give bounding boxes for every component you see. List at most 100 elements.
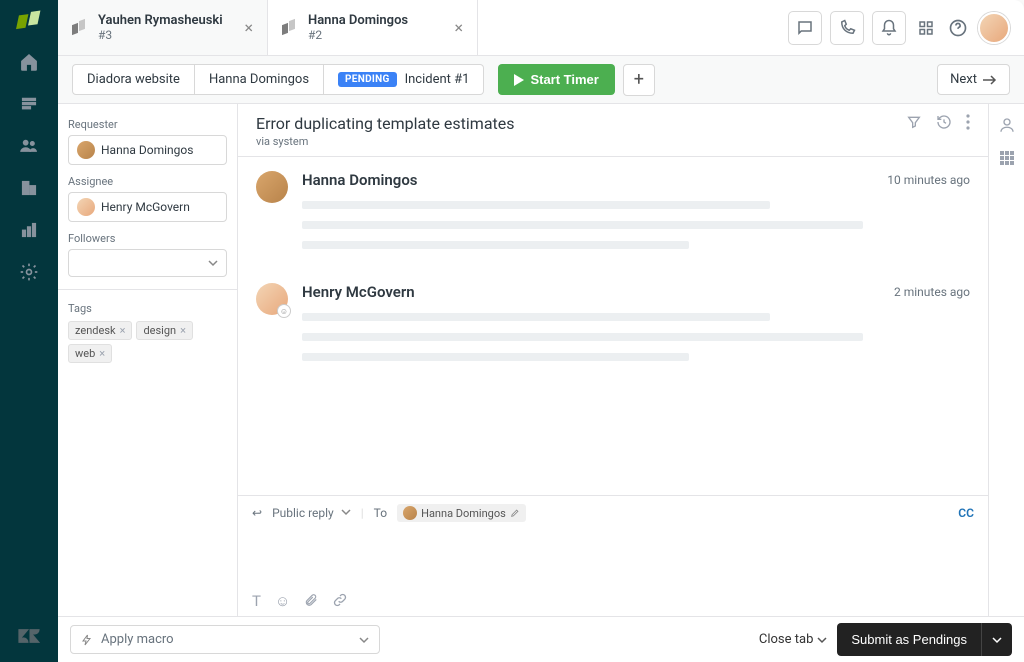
ticket-title: Error duplicating template estimates: [256, 114, 515, 133]
ticket-header: Error duplicating template estimates via…: [238, 104, 988, 157]
org-icon[interactable]: [17, 176, 41, 200]
profile-avatar[interactable]: [978, 12, 1010, 44]
apps-icon[interactable]: [914, 16, 938, 40]
submit-button-group: Submit as Pendings: [837, 623, 1012, 656]
home-icon[interactable]: [17, 50, 41, 74]
phone-icon[interactable]: [830, 11, 864, 45]
text-placeholder: [302, 201, 770, 209]
next-button[interactable]: Next: [937, 64, 1010, 95]
agent-badge-icon: ☺: [277, 304, 291, 318]
tag[interactable]: design×: [136, 321, 193, 340]
link-icon[interactable]: [332, 592, 348, 610]
add-button[interactable]: +: [623, 64, 655, 96]
divider: [58, 289, 237, 290]
breadcrumb-org[interactable]: Diadora website: [72, 64, 195, 95]
submit-dropdown-button[interactable]: [981, 623, 1012, 656]
tags-container: zendesk× design× web×: [68, 321, 227, 363]
reply-textarea[interactable]: [252, 522, 974, 592]
close-tab-button[interactable]: Close tab: [759, 632, 828, 647]
assignee-value: Henry McGovern: [101, 200, 190, 214]
arrow-right-icon: [983, 75, 997, 85]
close-icon[interactable]: ×: [454, 20, 463, 36]
chat-icon[interactable]: [788, 11, 822, 45]
ticket-via: via system: [256, 135, 515, 148]
tag-remove-icon[interactable]: ×: [99, 347, 105, 360]
emoji-icon[interactable]: ☺: [275, 592, 290, 610]
tab-title: Hanna Domingos: [308, 13, 408, 29]
tag-remove-icon[interactable]: ×: [180, 324, 186, 337]
avatar: [403, 506, 417, 520]
text-placeholder: [302, 333, 863, 341]
zendesk-z-icon[interactable]: [17, 624, 41, 648]
message: Hanna Domingos 10 minutes ago: [256, 171, 970, 249]
filter-icon[interactable]: [906, 114, 922, 130]
recipient-chip[interactable]: Hanna Domingos: [397, 504, 526, 522]
attach-icon[interactable]: [304, 592, 318, 610]
text-placeholder: [302, 313, 770, 321]
chevron-down-icon: [341, 507, 351, 517]
tag[interactable]: zendesk×: [68, 321, 132, 340]
chevron-down-icon: [992, 635, 1002, 645]
avatar: [77, 198, 95, 216]
reply-box: ↩ Public reply | To Hanna Domingos CC T …: [238, 495, 988, 616]
edit-icon: [510, 508, 520, 518]
lightning-icon: [81, 633, 93, 647]
followers-label: Followers: [68, 232, 227, 245]
tags-label: Tags: [68, 302, 227, 315]
chevron-down-icon: [817, 635, 827, 645]
ticket-icon: [282, 20, 298, 36]
avatar: [77, 141, 95, 159]
message-author: Henry McGovern: [302, 283, 415, 301]
start-timer-button[interactable]: Start Timer: [498, 64, 614, 95]
tag[interactable]: web×: [68, 344, 112, 363]
breadcrumb-person[interactable]: Hanna Domingos: [195, 64, 324, 95]
tag-remove-icon[interactable]: ×: [120, 324, 126, 337]
brand-logo: [16, 8, 42, 34]
tab-ticket-3[interactable]: Yauhen Rymasheuski #3 ×: [58, 0, 268, 55]
more-icon[interactable]: [966, 114, 970, 130]
incident-label: Incident #1: [405, 72, 470, 87]
ticket-toolbar: Diadora website Hanna Domingos PENDING I…: [58, 56, 1024, 104]
start-timer-label: Start Timer: [530, 72, 598, 87]
chevron-down-icon: [359, 635, 369, 645]
reply-mode-select[interactable]: Public reply: [272, 506, 351, 520]
user-icon[interactable]: [998, 116, 1016, 134]
followers-field[interactable]: [68, 249, 227, 277]
settings-icon[interactable]: [17, 260, 41, 284]
conversation-panel: Error duplicating template estimates via…: [238, 104, 988, 616]
cc-button[interactable]: CC: [958, 506, 974, 520]
reply-to-label: To: [374, 506, 387, 520]
submit-button[interactable]: Submit as Pendings: [837, 623, 981, 656]
history-icon[interactable]: [936, 114, 952, 130]
reports-icon[interactable]: [17, 218, 41, 242]
assignee-field[interactable]: Henry McGovern: [68, 192, 227, 222]
macro-label: Apply macro: [101, 632, 174, 647]
customers-icon[interactable]: [17, 134, 41, 158]
apply-macro-select[interactable]: Apply macro: [70, 625, 380, 654]
avatar: [256, 171, 288, 203]
text-placeholder: [302, 221, 863, 229]
chevron-down-icon: [208, 258, 218, 268]
requester-value: Hanna Domingos: [101, 143, 193, 157]
help-icon[interactable]: [946, 16, 970, 40]
breadcrumb-status[interactable]: PENDING Incident #1: [324, 64, 484, 95]
message-time: 2 minutes ago: [894, 285, 970, 299]
context-rail: [988, 104, 1024, 616]
requester-field[interactable]: Hanna Domingos: [68, 135, 227, 165]
reply-back-icon[interactable]: ↩: [252, 506, 262, 520]
format-text-icon[interactable]: T: [252, 592, 261, 610]
tab-subtitle: #2: [308, 28, 408, 42]
tab-subtitle: #3: [98, 28, 223, 42]
play-icon: [514, 74, 524, 86]
apps-grid-icon[interactable]: [999, 150, 1015, 166]
requester-label: Requester: [68, 118, 227, 131]
tab-title: Yauhen Rymasheuski: [98, 13, 223, 29]
notifications-icon[interactable]: [872, 11, 906, 45]
message-author: Hanna Domingos: [302, 171, 418, 189]
close-icon[interactable]: ×: [244, 20, 253, 36]
text-placeholder: [302, 241, 689, 249]
views-icon[interactable]: [17, 92, 41, 116]
tab-ticket-2[interactable]: Hanna Domingos #2 ×: [268, 0, 478, 55]
message-time: 10 minutes ago: [887, 173, 970, 187]
nav-rail: [0, 0, 58, 662]
